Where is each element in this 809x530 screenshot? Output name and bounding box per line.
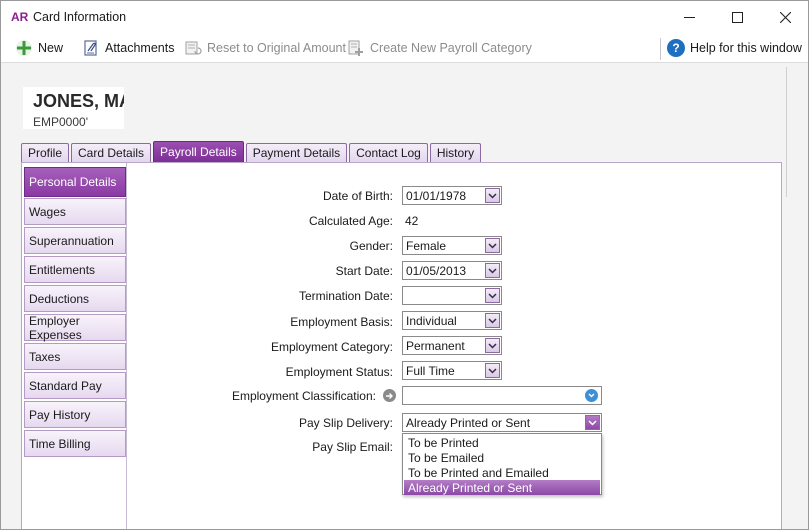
gender-dropdown-button[interactable] <box>485 238 500 253</box>
option-to-be-printed-and-emailed[interactable]: To be Printed and Emailed <box>404 465 600 480</box>
reset-label: Reset to Original Amount <box>207 41 346 55</box>
sidebar-item-employer-expenses[interactable]: Employer Expenses <box>24 314 126 342</box>
employment-classification-label: Employment Classification: <box>231 389 376 403</box>
employment-classification-field[interactable] <box>402 386 602 405</box>
tab-contact-log[interactable]: Contact Log <box>349 143 428 162</box>
chevron-down-icon <box>588 419 597 426</box>
employment-category-dropdown-button[interactable] <box>485 338 500 353</box>
employment-category-label: Employment Category: <box>270 340 393 354</box>
age-label: Calculated Age: <box>308 214 393 228</box>
option-to-be-printed[interactable]: To be Printed <box>404 435 600 450</box>
sidebar-item-personal-details[interactable]: Personal Details <box>24 167 126 197</box>
pay-slip-email-label: Pay Slip Email: <box>312 440 393 454</box>
new-category-icon <box>348 40 363 56</box>
employment-status-label: Employment Status: <box>285 365 393 379</box>
employment-basis-dropdown-button[interactable] <box>485 313 500 328</box>
classification-lookup-button[interactable] <box>383 389 396 402</box>
sidebar-item-standard-pay[interactable]: Standard Pay <box>24 372 126 399</box>
sidebar-item-superannuation[interactable]: Superannuation <box>24 227 126 254</box>
dob-label: Date of Birth: <box>322 189 393 203</box>
option-to-be-emailed[interactable]: To be Emailed <box>404 450 600 465</box>
start-date-label: Start Date: <box>335 264 393 278</box>
sidebar-item-wages[interactable]: Wages <box>24 198 126 225</box>
chevron-down-icon <box>488 267 497 274</box>
help-button[interactable]: ? Help for this window <box>667 39 802 57</box>
new-button[interactable]: New <box>15 39 63 57</box>
title-bar: AR Card Information <box>1 1 808 33</box>
app-logo: AR <box>11 10 29 24</box>
chevron-down-icon <box>488 242 497 249</box>
help-icon: ? <box>667 39 685 57</box>
minimize-button[interactable] <box>666 1 712 33</box>
employee-name: JONES, MA <box>33 91 124 111</box>
create-category-label: Create New Payroll Category <box>370 41 532 55</box>
chevron-down-icon <box>488 292 497 299</box>
tab-payment-details[interactable]: Payment Details <box>245 143 348 162</box>
payroll-sidenav: Personal Details Wages Superannuation En… <box>22 163 127 529</box>
toolbar-separator <box>660 38 661 60</box>
close-icon <box>779 11 791 23</box>
maximize-button[interactable] <box>714 1 760 33</box>
attachments-label: Attachments <box>105 41 175 55</box>
toolbar: New Attachments Reset to Original Amount… <box>1 33 808 63</box>
gender-label: Gender: <box>349 239 393 253</box>
age-value: 42 <box>405 214 419 228</box>
dob-dropdown-button[interactable] <box>485 188 500 203</box>
gender-select[interactable]: Female <box>402 236 502 255</box>
pay-slip-delivery-dropdown-button[interactable] <box>585 415 600 430</box>
attachments-button[interactable]: Attachments <box>82 39 174 57</box>
sidebar-item-deductions[interactable]: Deductions <box>24 285 126 312</box>
tab-history[interactable]: History <box>429 143 482 162</box>
employee-header: JONES, MA EMP0000' <box>23 87 124 129</box>
start-date-field[interactable]: 01/05/2013 <box>402 261 502 280</box>
pay-slip-delivery-value: Already Printed or Sent <box>406 415 531 430</box>
chevron-down-icon <box>488 317 497 324</box>
reset-icon <box>185 41 202 55</box>
sidebar-item-taxes[interactable]: Taxes <box>24 343 126 370</box>
plus-icon <box>16 40 32 56</box>
dob-field[interactable]: 01/01/1978 <box>402 186 502 205</box>
employee-id: EMP0000' <box>33 115 88 129</box>
payroll-details-panel: Personal Details Wages Superannuation En… <box>21 162 782 529</box>
termination-date-label: Termination Date: <box>298 289 393 303</box>
window-title: Card Information <box>33 10 127 24</box>
arrow-right-icon <box>386 392 393 399</box>
attachment-icon <box>84 40 97 56</box>
scroll-divider <box>786 67 787 197</box>
employment-basis-select[interactable]: Individual <box>402 311 502 330</box>
pay-slip-delivery-select[interactable]: Already Printed or Sent <box>402 413 602 432</box>
tab-profile[interactable]: Profile <box>21 143 70 162</box>
card-information-window: AR Card Information New Attachments Rese… <box>0 0 809 530</box>
close-button[interactable] <box>762 1 808 33</box>
sidebar-item-entitlements[interactable]: Entitlements <box>24 256 126 283</box>
option-already-printed-or-sent[interactable]: Already Printed or Sent <box>404 480 600 495</box>
classification-dropdown-button[interactable] <box>585 389 598 402</box>
create-payroll-category-button[interactable]: Create New Payroll Category <box>347 39 532 57</box>
termination-date-dropdown-button[interactable] <box>485 288 500 303</box>
chevron-down-icon <box>488 342 497 349</box>
tab-card-details[interactable]: Card Details <box>71 143 152 162</box>
card-tabs: Profile Card Details Payroll Details Pay… <box>21 141 483 162</box>
new-label: New <box>38 41 64 55</box>
employment-status-dropdown-button[interactable] <box>485 363 500 378</box>
help-label: Help for this window <box>690 41 802 55</box>
maximize-icon <box>731 11 743 23</box>
sidebar-item-time-billing[interactable]: Time Billing <box>24 430 126 457</box>
termination-date-field[interactable] <box>402 286 502 305</box>
chevron-down-icon <box>488 367 497 374</box>
tab-payroll-details[interactable]: Payroll Details <box>153 141 244 162</box>
reset-amount-button[interactable]: Reset to Original Amount <box>184 39 346 57</box>
scroll-gutter <box>782 162 808 529</box>
start-date-dropdown-button[interactable] <box>485 263 500 278</box>
employment-status-select[interactable]: Full Time <box>402 361 502 380</box>
pay-slip-delivery-label: Pay Slip Delivery: <box>298 416 393 430</box>
employment-category-select[interactable]: Permanent <box>402 336 502 355</box>
employment-basis-label: Employment Basis: <box>290 315 393 329</box>
minimize-icon <box>683 16 695 18</box>
sidebar-item-pay-history[interactable]: Pay History <box>24 401 126 428</box>
chevron-down-icon <box>488 192 497 199</box>
pay-slip-delivery-options: To be Printed To be Emailed To be Printe… <box>402 433 602 495</box>
chevron-down-icon <box>588 393 595 398</box>
